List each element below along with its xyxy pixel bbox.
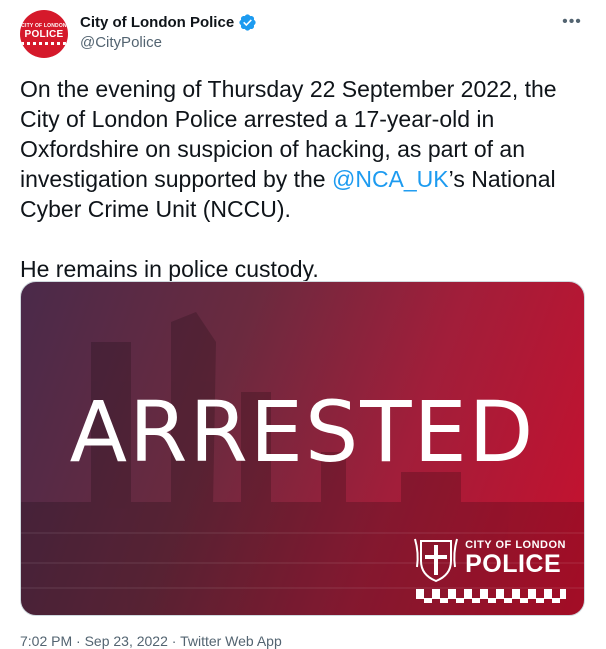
police-logo: CITY OF LONDON POLICE: [413, 533, 566, 603]
tweet-text: On the evening of Thursday 22 September …: [20, 74, 590, 284]
author-handle[interactable]: @CityPolice: [80, 34, 162, 51]
avatar-checker: [21, 41, 67, 45]
verified-badge-icon: [238, 13, 257, 32]
logo-text-bottom: POLICE: [465, 549, 562, 578]
logo-checker-row-2: [416, 598, 566, 603]
mention-link[interactable]: @NCA_UK: [332, 166, 449, 192]
tweet-paragraph-1: On the evening of Thursday 22 September …: [20, 74, 590, 224]
avatar[interactable]: CITY OF LONDON POLICE: [20, 10, 68, 58]
tweet-timestamp[interactable]: 7:02 PM · Sep 23, 2022 · Twitter Web App: [20, 633, 282, 649]
tweet-paragraph-2: He remains in police custody.: [20, 256, 319, 282]
more-options-icon: •••: [562, 13, 582, 30]
tweet: CITY OF LONDON POLICE City of London Pol…: [0, 0, 606, 649]
author-display-name[interactable]: City of London Police: [80, 14, 234, 31]
tweet-image[interactable]: ARRESTED CITY OF LONDON POLICE: [20, 281, 585, 616]
city-of-london-crest-icon: [414, 538, 459, 583]
author-name-row: City of London Police: [80, 13, 257, 32]
more-options-button[interactable]: •••: [560, 10, 584, 34]
arrested-headline: ARRESTED: [69, 383, 536, 481]
logo-text-top: CITY OF LONDON: [465, 538, 566, 551]
avatar-text-big: POLICE: [24, 28, 64, 40]
avatar-text-small: CITY OF LONDON: [21, 22, 67, 29]
